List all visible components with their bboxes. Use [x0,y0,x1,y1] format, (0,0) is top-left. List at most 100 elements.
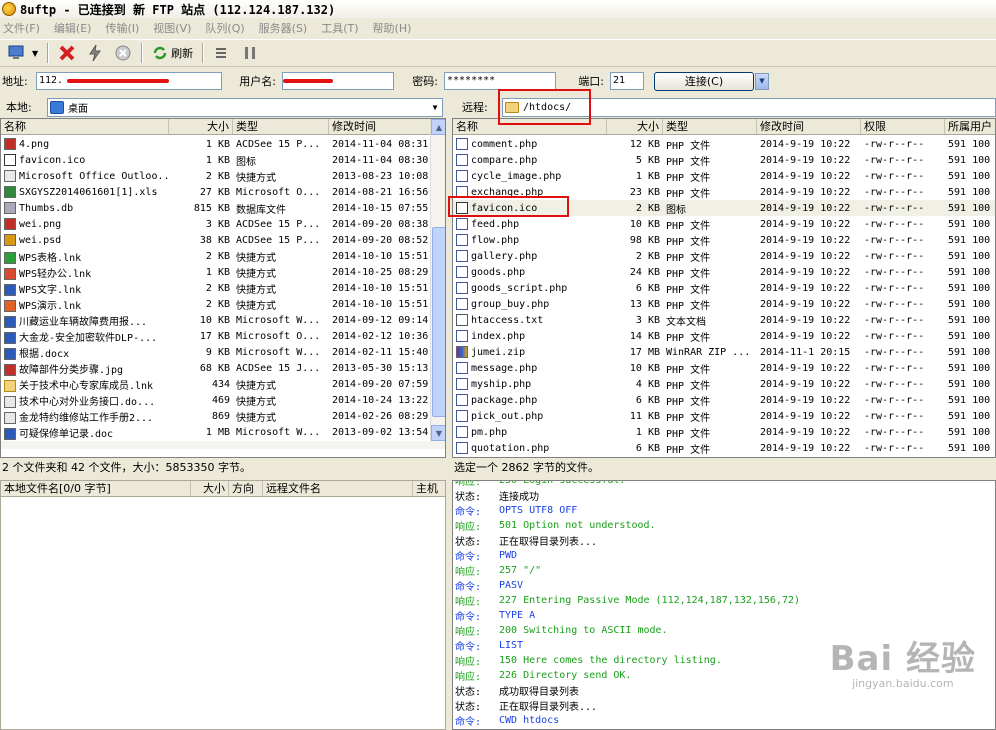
col-size[interactable]: 大小 [607,119,663,134]
quick-connect-button[interactable] [82,41,108,65]
local-file-row[interactable]: 故障部件分类步骤.jpg 68 KB ACDSee 15 J... 2013-05-3… [1,360,431,376]
menu-tools[interactable]: 工具(T) [321,20,358,36]
menu-server[interactable]: 服务器(S) [259,20,308,36]
remote-file-row[interactable]: pm.php 1 KB PHP 文件 2014-9-19 10:22 -rw-r--r-… [453,424,995,440]
menu-view[interactable]: 视图(V) [153,20,191,36]
local-hscroll[interactable] [1,441,445,449]
remote-file-row[interactable]: cycle_image.php 1 KB PHP 文件 2014-9-19 10:22… [453,168,995,184]
local-file-row[interactable]: 金龙特约维修站工作手册2... 869 快捷方式 2014-02-26 08:29 [1,408,431,424]
refresh-button[interactable]: 刷新 [148,41,197,65]
remote-file-row[interactable]: pick_out.php 11 KB PHP 文件 2014-9-19 10:22 -r… [453,408,995,424]
col-name[interactable]: 名称 [1,119,169,134]
scroll-down-icon[interactable]: ▼ [431,425,445,441]
remote-file-row[interactable]: group_buy.php 13 KB PHP 文件 2014-9-19 10:22 -… [453,296,995,312]
menu-file[interactable]: 文件(F) [3,20,40,36]
username-input[interactable] [282,72,394,90]
remote-file-row[interactable]: goods_script.php 6 KB PHP 文件 2014-9-19 10:2… [453,280,995,296]
local-path-combo[interactable]: 桌面 ▼ [47,97,443,117]
col-modified[interactable]: 修改时间 [329,119,431,134]
local-file-row[interactable]: WPS表格.lnk 2 KB 快捷方式 2014-10-10 15:51 [1,248,431,264]
col-modified[interactable]: 修改时间 [757,119,861,134]
local-vscroll[interactable]: ▲ ▼ [430,119,445,441]
scroll-thumb[interactable] [432,227,445,417]
remote-path-combo[interactable]: /htdocs/ [502,97,996,117]
local-file-row[interactable]: 川藏运业车辆故障费用报... 10 KB Microsoft W... 2014-09… [1,312,431,328]
local-file-row[interactable]: Microsoft Office Outloo... 2 KB 快捷方式 2013-0… [1,168,431,184]
local-file-row[interactable]: SXGYSZ2014061601[1].xls 27 KB Microsoft O.… [1,184,431,200]
col-permissions[interactable]: 权限 [861,119,945,134]
menu-help[interactable]: 帮助(H) [373,20,412,36]
local-file-row[interactable]: wei.psd 38 KB ACDSee 15 P... 2014-09-20 08:… [1,232,431,248]
pause-button[interactable] [237,41,263,65]
scroll-up-icon[interactable]: ▲ [431,119,445,135]
remote-file-row[interactable]: jumei.zip 17 MB WinRAR ZIP ... 2014-11-1 20… [453,344,995,360]
file-modified: 2014-9-19 10:22 [760,266,851,278]
local-file-panel: 名称 大小 类型 修改时间 4.png 1 KB ACDSee 15 P... 201… [0,118,446,458]
site-dropdown-icon[interactable]: ▼ [32,49,38,58]
remote-file-row[interactable]: gallery.php 2 KB PHP 文件 2014-9-19 10:22 -rw-… [453,248,995,264]
menu-transfer[interactable]: 传输(I) [105,20,139,36]
col-type[interactable]: 类型 [663,119,757,134]
remote-file-row[interactable]: quotation.php 6 KB PHP 文件 2014-9-19 10:22 -r… [453,440,995,456]
remote-file-row[interactable]: favicon.ico 2 KB 图标 2014-9-19 10:22 -rw-r--r… [453,200,995,216]
col-local-filename[interactable]: 本地文件名[0/0 字节] [1,481,191,496]
col-type[interactable]: 类型 [233,119,329,134]
site-manager-button[interactable] [4,41,30,65]
local-file-row[interactable]: wei.png 3 KB ACDSee 15 P... 2014-09-20 08:3… [1,216,431,232]
col-remote-filename[interactable]: 远程文件名 [263,481,413,496]
col-size[interactable]: 大小 [169,119,233,134]
local-file-row[interactable]: 4.png 1 KB ACDSee 15 P... 2014-11-04 08:31 [1,136,431,152]
local-file-row[interactable]: WPS轻办公.lnk 1 KB 快捷方式 2014-10-25 08:29 [1,264,431,280]
chevron-down-icon[interactable]: ▼ [428,99,442,116]
transfer-queue-button[interactable] [209,41,235,65]
address-input[interactable]: 112. [36,72,222,90]
local-file-row[interactable]: 大金龙-安全加密软件DLP-... 17 KB Microsoft O... 2014… [1,328,431,344]
file-owner: 591 100 [948,186,991,198]
remote-file-row[interactable]: comment.php 12 KB PHP 文件 2014-9-19 10:22 -rw… [453,136,995,152]
port-input[interactable]: 21 [610,72,644,90]
file-name: pick_out.php [471,411,544,422]
remote-path-label: 远程: [462,101,488,114]
remote-file-row[interactable]: myship.php 4 KB PHP 文件 2014-9-19 10:22 -rw-r… [453,376,995,392]
file-modified: 2014-9-19 10:22 [760,426,851,438]
local-file-row[interactable]: 技术中心对外业务接口.do... 469 快捷方式 2014-10-24 13:22 [1,392,431,408]
password-input[interactable]: ******** [444,72,556,90]
local-file-row[interactable]: 可疑保修单记录.doc 1 MB Microsoft W... 2013-09-02 … [1,424,431,440]
log-line: 命令: PWD [453,548,995,563]
col-host[interactable]: 主机 [413,481,445,496]
remote-file-row[interactable]: exchange.php 23 KB PHP 文件 2014-9-19 10:22 -r… [453,184,995,200]
remote-file-row[interactable]: message.php 10 KB PHP 文件 2014-9-19 10:22 -rw… [453,360,995,376]
local-file-row[interactable]: 关于技术中心专家库成员.lnk 434 快捷方式 2014-09-20 07:59 [1,376,431,392]
disconnect-button[interactable] [54,41,80,65]
file-name-cell: 金龙特约维修站工作手册2... [1,409,169,424]
local-file-row[interactable]: 根据.docx 9 KB Microsoft W... 2014-02-11 15:4… [1,344,431,360]
remote-file-row[interactable]: goods.php 24 KB PHP 文件 2014-9-19 10:22 -rw-r… [453,264,995,280]
log-kind: 命令: [455,582,482,593]
col-size[interactable]: 大小 [191,481,229,496]
remote-file-row[interactable]: package.php 6 KB PHP 文件 2014-9-19 10:22 -rw-… [453,392,995,408]
local-file-row[interactable]: Thumbs.db 815 KB 数据库文件 2014-10-15 07:55 [1,200,431,216]
log-line: 响应: 257 "/" [453,563,995,578]
file-name: 大金龙-安全加密软件DLP-... [19,332,158,344]
stop-button[interactable] [110,41,136,65]
local-path-value: 桌面 [68,103,88,115]
col-name[interactable]: 名称 [453,119,607,134]
col-direction[interactable]: 方向 [229,481,263,496]
local-file-row[interactable]: favicon.ico 1 KB 图标 2014-11-04 08:30 [1,152,431,168]
local-file-row[interactable]: WPS演示.lnk 2 KB 快捷方式 2014-10-10 15:51 [1,296,431,312]
remote-file-row[interactable]: feed.php 10 KB PHP 文件 2014-9-19 10:22 -rw-r-… [453,216,995,232]
file-name: wei.png [19,219,62,230]
file-name: 可疑保修单记录.doc [19,428,114,440]
connect-button[interactable]: 连接(C) [654,71,754,91]
remote-file-row[interactable]: flow.php 98 KB PHP 文件 2014-9-19 10:22 -rw-r-… [453,232,995,248]
remote-file-row[interactable]: compare.php 5 KB PHP 文件 2014-9-19 10:22 -rw-… [453,152,995,168]
remote-file-row[interactable]: htaccess.txt 3 KB 文本文档 2014-9-19 10:22 -rw-r… [453,312,995,328]
col-owner[interactable]: 所属用户 [945,119,995,134]
file-name: goods.php [471,267,526,278]
menu-edit[interactable]: 编辑(E) [54,20,92,36]
file-name-cell: htaccess.txt [453,314,607,326]
menu-queue[interactable]: 队列(Q) [205,20,244,36]
remote-file-row[interactable]: index.php 14 KB PHP 文件 2014-9-19 10:22 -rw-r… [453,328,995,344]
local-file-row[interactable]: WPS文字.lnk 2 KB 快捷方式 2014-10-10 15:51 [1,280,431,296]
connect-dropdown-icon[interactable]: ▼ [755,72,769,90]
